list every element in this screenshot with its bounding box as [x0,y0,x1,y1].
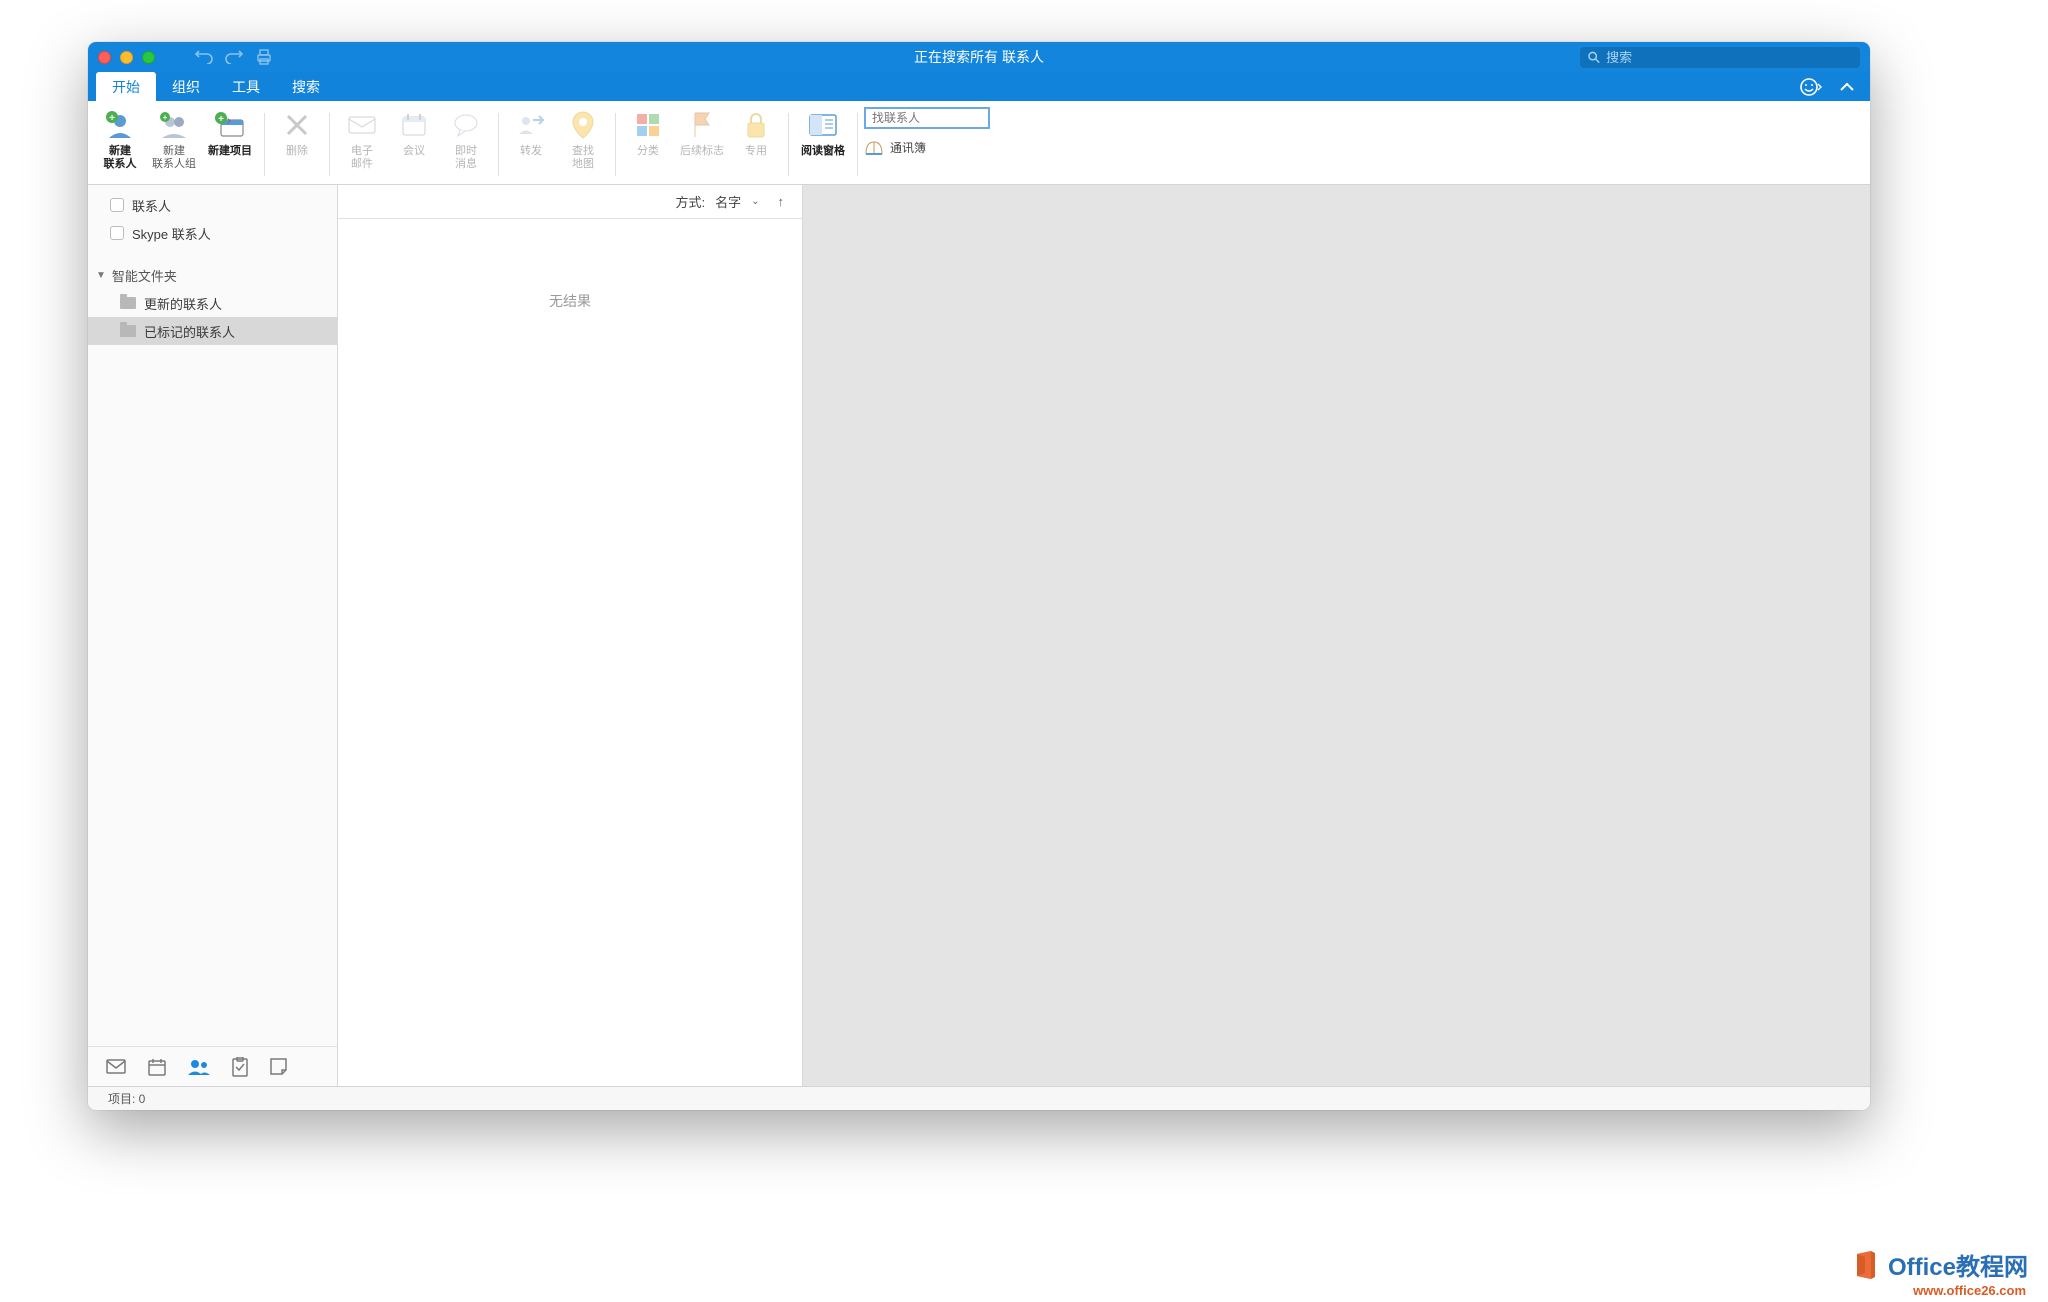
svg-text:+: + [163,113,168,122]
new-contact-button[interactable]: + 新建 联系人 [94,105,146,173]
search-icon [1588,51,1600,64]
sidebar-item-label: 更新的联系人 [144,294,222,313]
find-map-label: 查找 地图 [572,145,594,171]
print-icon[interactable] [255,49,273,65]
search-input[interactable] [1606,50,1852,65]
main-body: 联系人 Skype 联系人 ▼ 智能文件夹 更新的联系人 已标记的联系人 [88,185,1870,1086]
folder-icon [120,325,136,337]
delete-label: 删除 [286,145,308,158]
empty-state: 无结果 [338,219,802,1086]
status-bar: 项目: 0 [88,1086,1870,1110]
address-book-icon [864,140,884,156]
sidebar-item-contacts[interactable]: 联系人 [88,191,337,219]
traffic-lights [98,51,155,64]
meeting-button[interactable]: 会议 [388,105,440,160]
chevron-down-icon[interactable]: ⌄ [751,196,759,207]
minimize-button[interactable] [120,51,133,64]
chevron-down-icon: ▼ [96,270,106,281]
new-contact-label: 新建 联系人 [104,145,137,171]
svg-text:+: + [218,114,224,125]
categorize-button[interactable]: 分类 [622,105,674,160]
find-map-button[interactable]: 查找 地图 [557,105,609,173]
sidebar-header-label: 智能文件夹 [112,266,177,285]
collapse-ribbon-icon[interactable] [1840,82,1854,92]
address-book-label: 通讯簿 [890,139,926,156]
categorize-label: 分类 [637,145,659,158]
followup-button[interactable]: 后续标志 [674,105,730,160]
checkbox-icon[interactable] [110,198,124,212]
new-contact-group-button[interactable]: + 新建 联系人组 [146,105,202,173]
ribbon: + 新建 联系人 + 新建 联系人组 + 新建项目 删除 电子 邮件 [88,101,1870,185]
title-bar: 正在搜索所有 联系人 [88,42,1870,72]
notes-icon[interactable] [270,1058,287,1075]
reading-pane [803,185,1870,1086]
delete-button[interactable]: 删除 [271,105,323,160]
sidebar-item-updated-contacts[interactable]: 更新的联系人 [88,289,337,317]
search-bar[interactable] [1580,47,1860,68]
sidebar: 联系人 Skype 联系人 ▼ 智能文件夹 更新的联系人 已标记的联系人 [88,185,338,1086]
private-button[interactable]: 专用 [730,105,782,160]
item-count: 项目: 0 [108,1090,145,1107]
address-book-button[interactable]: 通讯簿 [864,139,990,156]
tasks-icon[interactable] [232,1057,248,1077]
reading-pane-label: 阅读窗格 [801,145,845,158]
new-item-label: 新建项目 [208,145,252,158]
list-header: 方式: 名字 ⌄ ↑ [338,185,802,219]
sidebar-item-label: Skype 联系人 [132,224,211,243]
nav-switcher [88,1046,337,1086]
feedback-icon[interactable] [1800,78,1822,96]
sidebar-smart-folders-header[interactable]: ▼ 智能文件夹 [88,261,337,289]
forward-label: 转发 [520,145,542,158]
undo-icon[interactable] [195,50,213,64]
forward-button[interactable]: 转发 [505,105,557,160]
sidebar-item-skype-contacts[interactable]: Skype 联系人 [88,219,337,247]
email-button[interactable]: 电子 邮件 [336,105,388,173]
ribbon-tabs: 开始 组织 工具 搜索 [88,72,1870,101]
sidebar-item-flagged-contacts[interactable]: 已标记的联系人 [88,317,337,345]
reading-pane-button[interactable]: 阅读窗格 [795,105,851,160]
watermark: Office教程网 [1851,1247,2028,1282]
sort-arrow-up-icon[interactable]: ↑ [778,194,785,209]
people-icon[interactable] [188,1059,210,1075]
email-label: 电子 邮件 [351,145,373,171]
redo-icon[interactable] [225,50,243,64]
mail-icon[interactable] [106,1059,126,1074]
window-title: 正在搜索所有 联系人 [914,47,1044,67]
checkbox-icon[interactable] [110,226,124,240]
new-group-label: 新建 联系人组 [152,145,196,171]
watermark-url: www.office26.com [1913,1283,2026,1298]
sort-value[interactable]: 名字 [715,192,741,211]
sidebar-item-label: 联系人 [132,196,171,215]
calendar-icon[interactable] [148,1058,166,1076]
folder-icon [120,297,136,309]
meeting-label: 会议 [403,145,425,158]
nav-list: 联系人 Skype 联系人 ▼ 智能文件夹 更新的联系人 已标记的联系人 [88,185,337,1046]
tab-search[interactable]: 搜索 [276,72,336,101]
im-button[interactable]: 即时 消息 [440,105,492,173]
new-item-button[interactable]: + 新建项目 [202,105,258,160]
im-label: 即时 消息 [455,145,477,171]
find-contact-input[interactable] [864,107,990,129]
list-column: 方式: 名字 ⌄ ↑ 无结果 [338,185,803,1086]
watermark-text: Office教程网 [1888,1254,2028,1281]
private-label: 专用 [745,145,767,158]
sidebar-item-label: 已标记的联系人 [144,322,235,341]
app-window: 正在搜索所有 联系人 开始 组织 工具 搜索 + 新建 联系人 + 新建 联系人… [88,42,1870,1110]
sort-prefix: 方式: [675,192,705,211]
office-logo-icon [1851,1250,1881,1280]
tab-organize[interactable]: 组织 [156,72,216,101]
empty-label: 无结果 [549,291,591,1086]
quick-access-toolbar [195,49,273,65]
maximize-button[interactable] [142,51,155,64]
close-button[interactable] [98,51,111,64]
followup-label: 后续标志 [680,145,724,158]
svg-text:+: + [109,113,115,124]
tab-tools[interactable]: 工具 [216,72,276,101]
tab-home[interactable]: 开始 [96,72,156,101]
